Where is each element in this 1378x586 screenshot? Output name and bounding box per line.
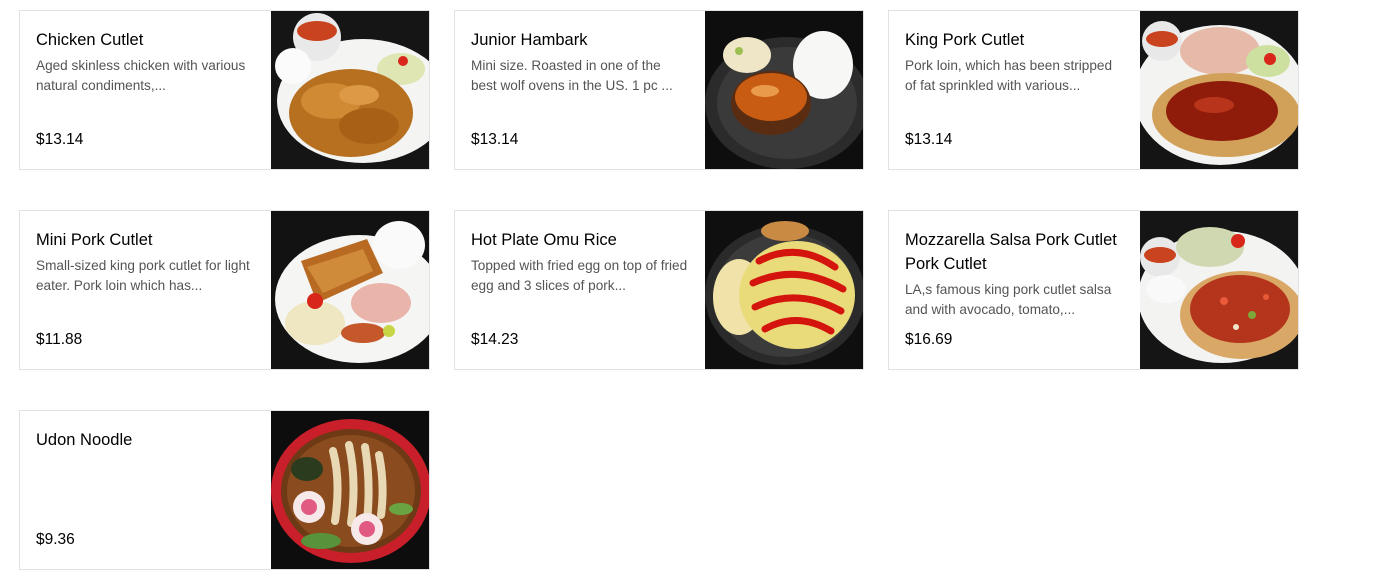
menu-item-card[interactable]: Chicken Cutlet Aged skinless chicken wit… (19, 10, 430, 170)
menu-item-price: $11.88 (36, 331, 83, 348)
menu-item-name: Mini Pork Cutlet (36, 231, 153, 249)
menu-item-card[interactable]: Mozzarella Salsa Pork Cutlet Pork Cutlet… (888, 210, 1299, 370)
menu-item-info: Junior Hambark Mini size. Roasted in one… (455, 11, 705, 169)
menu-item-description: Topped with fried egg on top of fried eg… (471, 258, 688, 293)
menu-item-photo (1140, 211, 1298, 369)
menu-item-photo (1140, 11, 1298, 169)
menu-item-info: Hot Plate Omu Rice Topped with fried egg… (455, 211, 705, 369)
menu-item-description: Mini size. Roasted in one of the best wo… (471, 58, 673, 93)
menu-item-price: $14.23 (471, 331, 519, 348)
menu-item-name: King Pork Cutlet (905, 31, 1025, 49)
menu-item-info: Chicken Cutlet Aged skinless chicken wit… (20, 11, 271, 169)
menu-item-photo (271, 211, 429, 369)
menu-item-price: $13.14 (36, 131, 84, 148)
menu-item-photo (271, 411, 429, 569)
menu-item-info: King Pork Cutlet Pork loin, which has be… (889, 11, 1140, 169)
menu-item-info: Mozzarella Salsa Pork Cutlet Pork Cutlet… (889, 211, 1140, 369)
menu-item-name: Chicken Cutlet (36, 31, 144, 49)
menu-item-price: $13.14 (471, 131, 519, 148)
menu-item-name: Udon Noodle (36, 431, 133, 449)
menu-item-photo (705, 11, 863, 169)
menu-item-description: Pork loin, which has been stripped of fa… (905, 58, 1113, 93)
menu-item-photo (271, 11, 429, 169)
menu-grid: Chicken Cutlet Aged skinless chicken wit… (19, 10, 1299, 570)
menu-item-photo (705, 211, 863, 369)
menu-item-info: Mini Pork Cutlet Small-sized king pork c… (20, 211, 271, 369)
menu-item-name: Mozzarella Salsa Pork Cutlet Pork Cutlet (905, 231, 1117, 273)
menu-item-price: $9.36 (36, 531, 75, 548)
menu-item-description: Aged skinless chicken with various natur… (36, 58, 246, 93)
menu-item-card[interactable]: King Pork Cutlet Pork loin, which has be… (888, 10, 1299, 170)
menu-item-name: Hot Plate Omu Rice (471, 231, 617, 249)
menu-item-card[interactable]: Mini Pork Cutlet Small-sized king pork c… (19, 210, 430, 370)
menu-item-price: $16.69 (905, 331, 953, 348)
menu-item-name: Junior Hambark (471, 31, 588, 49)
menu-item-description: LA,s famous king pork cutlet salsa and w… (905, 282, 1112, 317)
menu-item-card[interactable]: Udon Noodle $9.36 (19, 410, 430, 570)
menu-item-card[interactable]: Hot Plate Omu Rice Topped with fried egg… (454, 210, 864, 370)
menu-item-description: Small-sized king pork cutlet for light e… (36, 258, 250, 293)
menu-item-info: Udon Noodle $9.36 (20, 411, 271, 569)
menu-item-card[interactable]: Junior Hambark Mini size. Roasted in one… (454, 10, 864, 170)
menu-item-price: $13.14 (905, 131, 953, 148)
